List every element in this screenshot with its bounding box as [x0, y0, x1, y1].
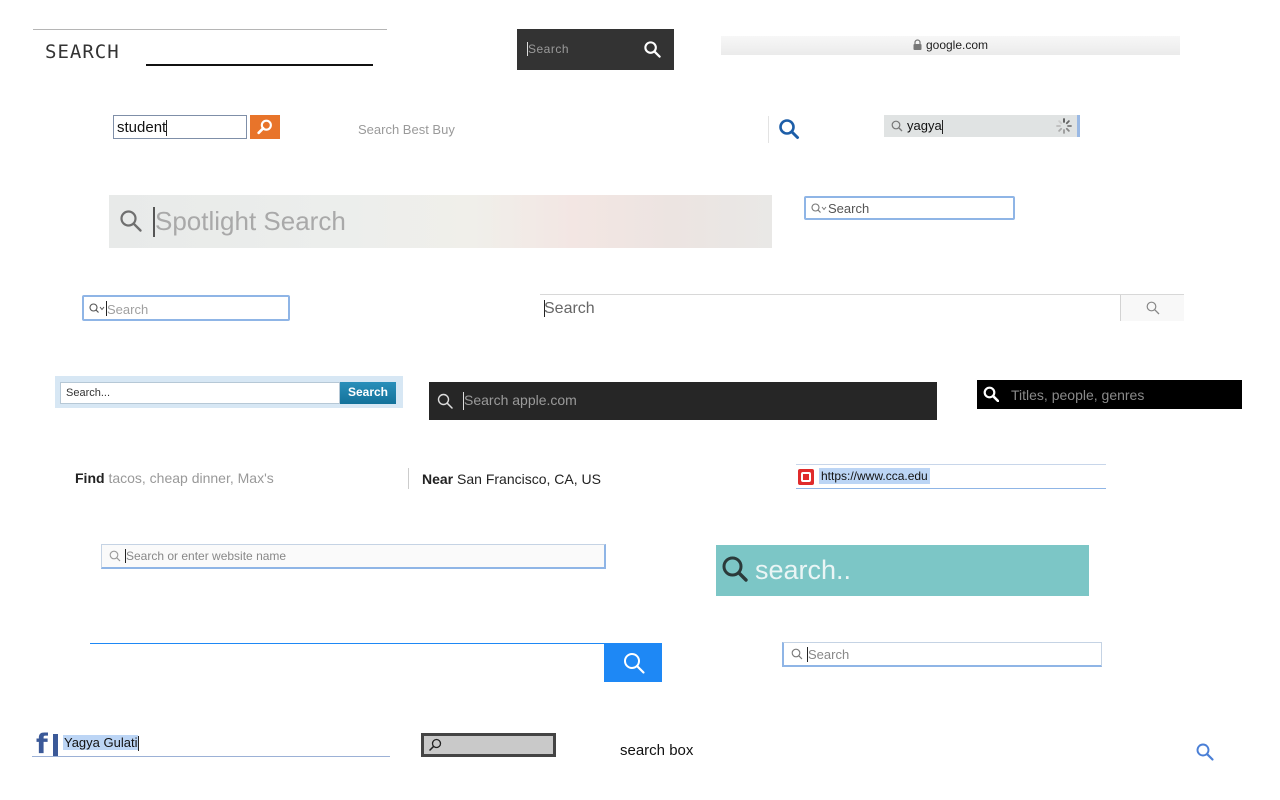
apple-search-placeholder: Search apple.com [464, 392, 577, 408]
facebook-logo-icon: f [36, 729, 48, 760]
yelp-near-input[interactable]: Near San Francisco, CA, US [414, 466, 714, 490]
apple-search-bar[interactable]: Search apple.com [429, 382, 937, 420]
spotlight-placeholder: Spotlight Search [155, 206, 346, 236]
safari-address-bar[interactable]: google.com [721, 36, 1180, 55]
wide-search-placeholder: Search [544, 300, 595, 317]
search-icon [437, 393, 453, 409]
search-icon [109, 550, 121, 562]
safari-website-search[interactable]: Search or enter website name [101, 544, 606, 569]
search-icon [1146, 301, 1160, 315]
cca-url-text: https://www.cca.edu [819, 468, 930, 484]
bestbuy-search-input[interactable]: Search Best Buy [350, 118, 730, 142]
student-search-input[interactable]: student [113, 115, 247, 139]
yelp-find-placeholder: tacos, cheap dinner, Max's [108, 470, 274, 486]
cca-address-bar[interactable]: https://www.cca.edu [796, 464, 1106, 489]
finder-search-field[interactable]: Search [782, 642, 1102, 667]
student-search-button[interactable] [250, 115, 280, 139]
student-search-value: student [117, 119, 168, 137]
mac-search-2-placeholder: Search [107, 302, 149, 317]
wide-search-button[interactable] [1120, 295, 1184, 321]
gray-search-box[interactable] [421, 733, 556, 757]
mac-search-1-placeholder: Search [828, 201, 870, 216]
blue-search-button[interactable]: Search [340, 382, 396, 404]
search-icon [120, 210, 142, 232]
bestbuy-divider [768, 116, 769, 143]
search-icon [428, 738, 442, 752]
retro-search-underline[interactable] [146, 64, 373, 66]
loading-search-input[interactable]: yagya [884, 115, 1080, 137]
search-icon [811, 203, 827, 213]
facebook-search-value: Yagya Gulati [63, 735, 140, 752]
search-icon[interactable] [1195, 742, 1215, 762]
cca-logo-icon [798, 469, 814, 485]
search-icon [89, 303, 105, 313]
mac-search-field-1[interactable]: Search [804, 196, 1015, 220]
spinner-icon [1056, 118, 1072, 134]
bestbuy-search-placeholder: Search Best Buy [358, 122, 455, 137]
yelp-find-input[interactable]: Find tacos, cheap dinner, Max's [70, 466, 406, 490]
search-icon [257, 119, 272, 135]
blue-button-search-input[interactable]: Search... [60, 382, 340, 404]
mac-search-field-2[interactable]: Search [82, 295, 290, 321]
material-search-button[interactable] [604, 643, 662, 682]
safari-address-content: google.com [721, 38, 1180, 52]
blue-button-search-container: Search... Search [55, 376, 403, 408]
safari-website-placeholder: Search or enter website name [126, 549, 287, 563]
facebook-logo-bar [53, 734, 58, 756]
yelp-divider [408, 468, 409, 489]
loading-search-value: yagya [907, 118, 943, 134]
lock-icon [913, 39, 922, 50]
search-icon[interactable] [643, 40, 662, 59]
search-icon [983, 386, 999, 402]
yelp-near-value: San Francisco, CA, US [457, 471, 601, 487]
yelp-find-label: Find tacos, cheap dinner, Max's [75, 470, 274, 486]
retro-search-label: SEARCH [45, 41, 120, 63]
netflix-search-placeholder: Titles, people, genres [1011, 387, 1145, 403]
teal-search-placeholder: search.. [755, 555, 852, 585]
search-icon [891, 120, 903, 132]
wide-search-bar[interactable]: Search [540, 294, 1184, 321]
yelp-near-label: Near San Francisco, CA, US [422, 471, 601, 487]
search-icon [791, 648, 803, 660]
finder-search-placeholder: Search [808, 647, 850, 662]
caption-search-box: search box [620, 742, 694, 759]
dark-search-placeholder: Search [528, 42, 570, 56]
search-icon [722, 556, 748, 582]
material-search-bar[interactable] [90, 643, 662, 682]
search-icon [624, 653, 645, 674]
search-icon[interactable] [778, 118, 800, 140]
dark-search-box[interactable]: Search [517, 29, 674, 70]
material-search-underline[interactable] [90, 643, 604, 644]
netflix-search-bar[interactable]: Titles, people, genres [977, 380, 1242, 409]
teal-search-bar[interactable]: search.. [716, 545, 1089, 596]
safari-url-text: google.com [925, 38, 989, 52]
blue-search-button-label: Search [347, 385, 389, 399]
facebook-search-bar[interactable]: f Yagya Gulati [32, 729, 390, 760]
blue-button-search-placeholder: Search... [66, 387, 111, 399]
spotlight-search-bar[interactable]: Spotlight Search [109, 195, 772, 248]
retro-search-box[interactable]: SEARCH [33, 29, 387, 71]
